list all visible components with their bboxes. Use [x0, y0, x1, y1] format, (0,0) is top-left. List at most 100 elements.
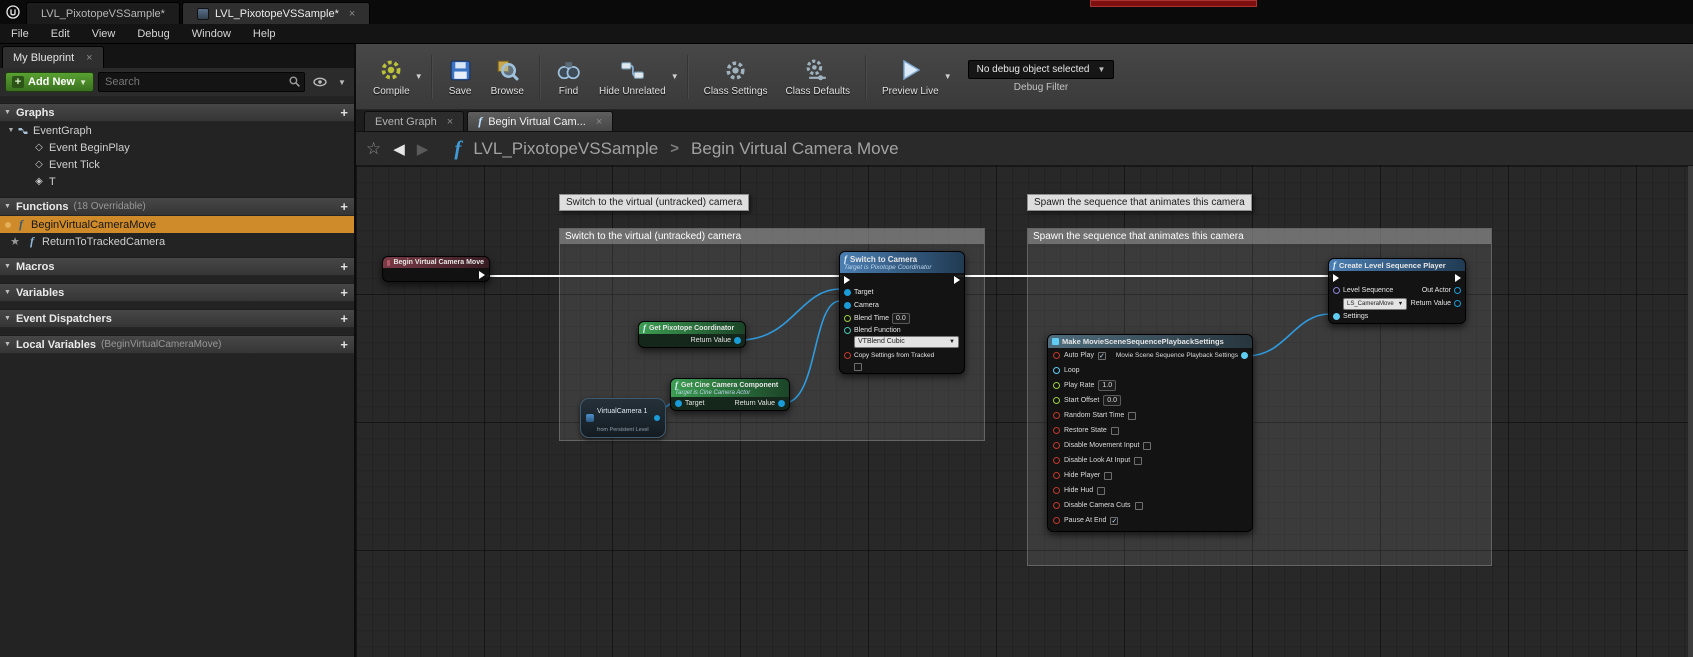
menu-view[interactable]: View: [81, 24, 127, 43]
add-new-button[interactable]: + Add New ▼: [5, 72, 94, 92]
camera-pin[interactable]: [844, 302, 851, 309]
value-field[interactable]: 0.0: [1103, 395, 1121, 406]
debug-object-dropdown[interactable]: No debug object selected ▼: [968, 60, 1115, 79]
blend-time-field[interactable]: 0.0: [892, 313, 910, 324]
close-icon[interactable]: ×: [86, 52, 92, 64]
node-make-playback-settings[interactable]: Make MovieSceneSequencePlaybackSettings …: [1047, 334, 1253, 532]
breadcrumb-current[interactable]: Begin Virtual Camera Move: [691, 139, 899, 159]
expander-icon[interactable]: ▼: [4, 315, 11, 322]
tab-event-graph[interactable]: Event Graph ×: [364, 111, 464, 131]
return-value-pin[interactable]: [1454, 300, 1461, 307]
save-button[interactable]: Save: [439, 48, 482, 106]
add-local-variable-button[interactable]: +: [340, 338, 348, 351]
struct-pin[interactable]: [1053, 367, 1060, 374]
chevron-down-icon[interactable]: ▼: [335, 72, 349, 92]
search-input[interactable]: [98, 72, 305, 92]
target-pin[interactable]: [675, 400, 682, 407]
checkbox[interactable]: [854, 363, 862, 371]
add-graph-button[interactable]: +: [340, 106, 348, 119]
class-defaults-button[interactable]: Class Defaults: [777, 48, 859, 106]
blend-function-dropdown[interactable]: VTBlend Cubic ▼: [854, 336, 959, 348]
bool-pin[interactable]: [1053, 442, 1060, 449]
browse-button[interactable]: Browse: [482, 48, 533, 106]
out-actor-pin[interactable]: [1454, 287, 1461, 294]
level-sequence-pin[interactable]: [1333, 287, 1340, 294]
float-pin[interactable]: [1053, 382, 1060, 389]
bool-pin[interactable]: [1053, 427, 1060, 434]
preview-live-button[interactable]: Preview Live: [873, 48, 948, 106]
find-button[interactable]: Find: [547, 48, 590, 106]
compile-button[interactable]: Compile: [364, 48, 419, 106]
asset-tab-active[interactable]: LVL_PixotopeVSSample* ×: [182, 2, 370, 24]
level-sequence-dropdown[interactable]: LS_CameraMove ▼: [1343, 298, 1407, 310]
titlebar[interactable]: LVL_PixotopeVSSample* LVL_PixotopeVSSamp…: [0, 0, 1693, 24]
event-dispatchers-section-header[interactable]: ▼ Event Dispatchers +: [0, 309, 354, 328]
bool-pin[interactable]: [1053, 472, 1060, 479]
class-settings-button[interactable]: Class Settings: [695, 48, 777, 106]
sidebar-item-returntotrackedcamera[interactable]: ★ f ReturnToTrackedCamera: [0, 233, 354, 250]
return-value-pin[interactable]: [778, 400, 785, 407]
favorite-star-icon[interactable]: ☆: [366, 139, 381, 159]
node-virtualcamera-reference[interactable]: VirtualCamera 1 from Persistent Level: [580, 398, 666, 438]
copy-settings-pin[interactable]: [844, 352, 851, 359]
hide-unrelated-button[interactable]: Hide Unrelated: [590, 48, 675, 106]
checkbox[interactable]: [1128, 412, 1136, 420]
return-value-pin[interactable]: [734, 337, 741, 344]
blend-function-pin[interactable]: [844, 327, 851, 334]
local-variables-section-header[interactable]: ▼ Local Variables (BeginVirtualCameraMov…: [0, 335, 354, 354]
graphs-section-header[interactable]: ▼ Graphs +: [0, 103, 354, 122]
checkbox[interactable]: ✓: [1110, 517, 1118, 525]
actor-out-pin[interactable]: [654, 415, 660, 421]
sidebar-item-eventgraph[interactable]: ▼ EventGraph: [0, 122, 354, 139]
exec-in-pin[interactable]: [1333, 274, 1339, 282]
menu-help[interactable]: Help: [242, 24, 287, 43]
expander-icon[interactable]: ▼: [6, 127, 16, 134]
node-create-level-sequence-player[interactable]: fCreate Level Sequence Player Level Sequ…: [1328, 258, 1466, 324]
menu-edit[interactable]: Edit: [40, 24, 81, 43]
close-icon[interactable]: ×: [349, 8, 355, 20]
sidebar-item-beginvirtualcameramove[interactable]: f BeginVirtualCameraMove: [0, 216, 354, 233]
menu-window[interactable]: Window: [181, 24, 242, 43]
back-arrow-icon[interactable]: ◀: [393, 140, 405, 158]
expander-icon[interactable]: ▼: [4, 341, 11, 348]
menu-debug[interactable]: Debug: [126, 24, 180, 43]
object-wire[interactable]: [1247, 314, 1330, 356]
functions-section-header[interactable]: ▼ Functions (18 Overridable) +: [0, 197, 354, 216]
add-variable-button[interactable]: +: [340, 286, 348, 299]
checkbox[interactable]: [1134, 457, 1142, 465]
exec-out-pin[interactable]: [954, 276, 960, 284]
node-switch-to-camera[interactable]: fSwitch to Camera Target is Pixotope Coo…: [839, 251, 965, 374]
checkbox[interactable]: [1135, 502, 1143, 510]
asset-tab-inactive[interactable]: LVL_PixotopeVSSample*: [26, 2, 180, 24]
float-pin[interactable]: [1053, 397, 1060, 404]
bool-pin[interactable]: [1053, 517, 1060, 524]
node-begin-virtual-camera-move[interactable]: Begin Virtual Camera Move: [382, 256, 490, 282]
tab-begin-virtual-camera[interactable]: f Begin Virtual Cam... ×: [467, 111, 613, 131]
add-macro-button[interactable]: +: [340, 260, 348, 273]
settings-out-pin[interactable]: [1241, 352, 1248, 359]
close-icon[interactable]: ×: [596, 116, 602, 128]
bool-pin[interactable]: [1053, 502, 1060, 509]
bool-pin[interactable]: [1053, 457, 1060, 464]
checkbox[interactable]: [1143, 442, 1151, 450]
checkbox[interactable]: [1097, 487, 1105, 495]
macros-section-header[interactable]: ▼ Macros +: [0, 257, 354, 276]
bool-pin[interactable]: [1053, 412, 1060, 419]
close-icon[interactable]: ×: [447, 116, 453, 128]
exec-out-pin[interactable]: [1455, 274, 1461, 282]
variables-section-header[interactable]: ▼ Variables +: [0, 283, 354, 302]
expander-icon[interactable]: ▼: [4, 263, 11, 270]
sidebar-item-event-t[interactable]: ◈ T: [0, 173, 354, 190]
graph-canvas[interactable]: Switch to the virtual (untracked) camera…: [356, 166, 1693, 657]
visibility-eye-icon[interactable]: [309, 72, 331, 92]
exec-in-pin[interactable]: [844, 276, 850, 284]
settings-pin[interactable]: [1333, 313, 1340, 320]
expander-icon[interactable]: ▼: [4, 109, 11, 116]
sidebar-item-event-tick[interactable]: ◇ Event Tick: [0, 156, 354, 173]
add-function-button[interactable]: +: [340, 200, 348, 213]
checkbox[interactable]: [1111, 427, 1119, 435]
bool-pin[interactable]: [1053, 352, 1060, 359]
my-blueprint-tab[interactable]: My Blueprint ×: [2, 46, 104, 68]
breadcrumb-root[interactable]: LVL_PixotopeVSSample: [473, 139, 658, 159]
node-get-pixotope-coordinator[interactable]: fGet Pixotope Coordinator Return Value: [638, 321, 746, 348]
